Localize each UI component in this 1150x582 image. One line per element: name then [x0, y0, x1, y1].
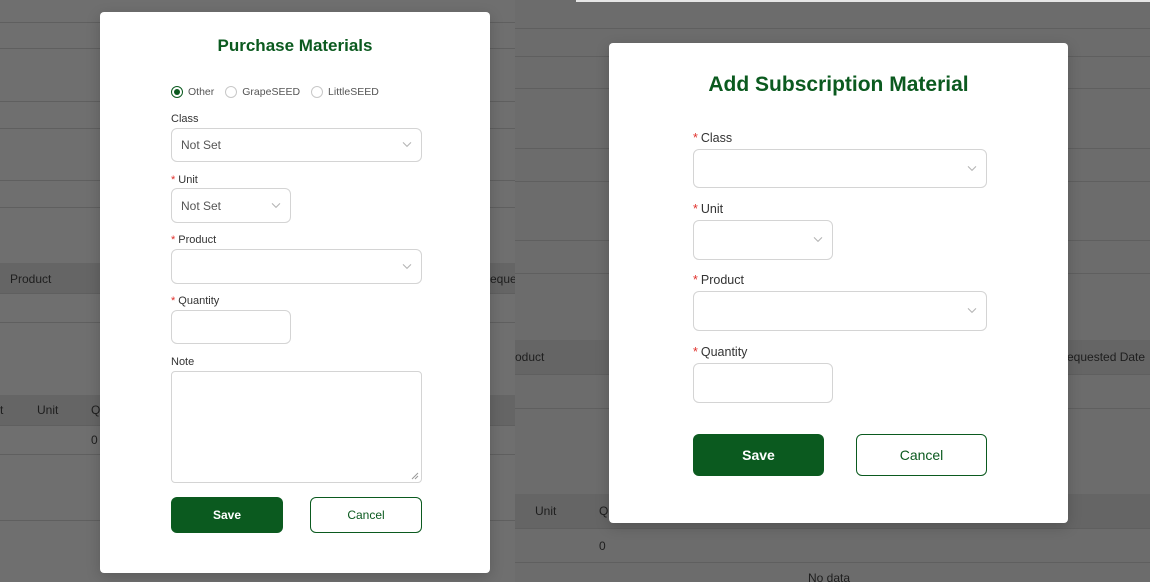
radio-grapeseed[interactable]: GrapeSEED [225, 86, 300, 98]
class-select-value: Not Set [181, 138, 222, 152]
modal-title: Add Subscription Material [708, 73, 969, 96]
cancel-button[interactable]: Cancel [856, 434, 987, 476]
unit-select-value: Not Set [181, 198, 222, 213]
chevron-down-icon [967, 165, 977, 171]
product-select[interactable] [171, 249, 422, 284]
divider [515, 528, 1150, 529]
class-select[interactable] [693, 149, 987, 188]
divider [515, 28, 1150, 29]
save-button[interactable]: Save [693, 434, 824, 476]
column-header-product: oduct [515, 350, 545, 364]
chevron-down-icon [402, 263, 412, 269]
unit-label: * Unit [693, 202, 723, 216]
class-select[interactable]: Not Set [171, 128, 422, 162]
product-label: * Product [693, 273, 744, 287]
required-asterisk: * [693, 273, 698, 287]
product-label-text: Product [700, 273, 744, 287]
column-header-q: Q [599, 504, 609, 518]
column-header-t: t [0, 403, 4, 417]
table-cell-quantity: 0 [91, 433, 98, 447]
required-asterisk: * [693, 345, 698, 359]
class-label: * Class [693, 131, 732, 145]
chevron-down-icon [402, 142, 412, 148]
required-asterisk: * [171, 174, 176, 186]
required-asterisk: * [171, 234, 176, 246]
resize-handle-icon[interactable] [411, 472, 419, 480]
add-subscription-material-modal: Add Subscription Material * Class * Unit *… [609, 43, 1068, 523]
quantity-label-text: Quantity [700, 345, 748, 359]
note-textarea[interactable] [171, 371, 422, 483]
quantity-input[interactable] [171, 310, 291, 344]
unit-select[interactable] [693, 220, 833, 260]
purchase-materials-modal: Purchase Materials Other GrapeSEED Littl… [100, 12, 490, 573]
radio-unchecked-icon[interactable] [225, 86, 238, 98]
class-label-text: Class [171, 113, 199, 125]
column-header-requested-date: equested Date [1067, 350, 1146, 364]
chevron-down-icon [967, 308, 977, 314]
quantity-label-text: Quantity [178, 295, 220, 307]
radio-checked-icon[interactable] [171, 86, 183, 98]
class-label-text: Class [700, 131, 733, 145]
background-top-strip [576, 0, 1150, 2]
product-label: * Product [171, 234, 216, 246]
modal-title: Purchase Materials [217, 36, 373, 55]
empty-table-text: No data [808, 571, 851, 582]
chevron-down-icon [813, 237, 823, 243]
unit-label-text: Unit [700, 202, 724, 216]
column-header-requested: eque [490, 272, 515, 286]
unit-label: * Unit [171, 174, 198, 186]
divider [515, 562, 1150, 563]
unit-select[interactable]: Not Set [171, 188, 291, 223]
radio-label: Other [188, 86, 215, 98]
column-header-unit: Unit [37, 403, 59, 417]
required-asterisk: * [693, 202, 698, 216]
quantity-input[interactable] [693, 363, 833, 403]
material-type-radio-group: Other GrapeSEED LittleSEED [171, 86, 379, 98]
unit-label-text: Unit [178, 174, 198, 186]
chevron-down-icon [271, 202, 281, 208]
radio-other[interactable]: Other [171, 86, 214, 98]
radio-label: LittleSEED [328, 86, 379, 98]
product-select[interactable] [693, 291, 987, 331]
quantity-label: * Quantity [693, 345, 747, 359]
radio-unchecked-icon[interactable] [311, 86, 324, 98]
required-asterisk: * [693, 131, 698, 145]
radio-label: GrapeSEED [242, 86, 301, 98]
radio-littleseed[interactable]: LittleSEED [311, 86, 379, 98]
cancel-button[interactable]: Cancel [310, 497, 422, 533]
save-button[interactable]: Save [171, 497, 283, 533]
column-header-unit: Unit [535, 504, 557, 518]
quantity-label: * Quantity [171, 295, 219, 307]
note-label: Note [171, 356, 194, 368]
class-label: Class [171, 113, 199, 125]
column-header-product: Product [10, 272, 52, 286]
required-asterisk: * [171, 295, 176, 307]
note-label-text: Note [171, 356, 195, 368]
column-header-q: Q [91, 403, 101, 417]
product-label-text: Product [178, 234, 217, 246]
table-cell-quantity: 0 [599, 539, 606, 553]
